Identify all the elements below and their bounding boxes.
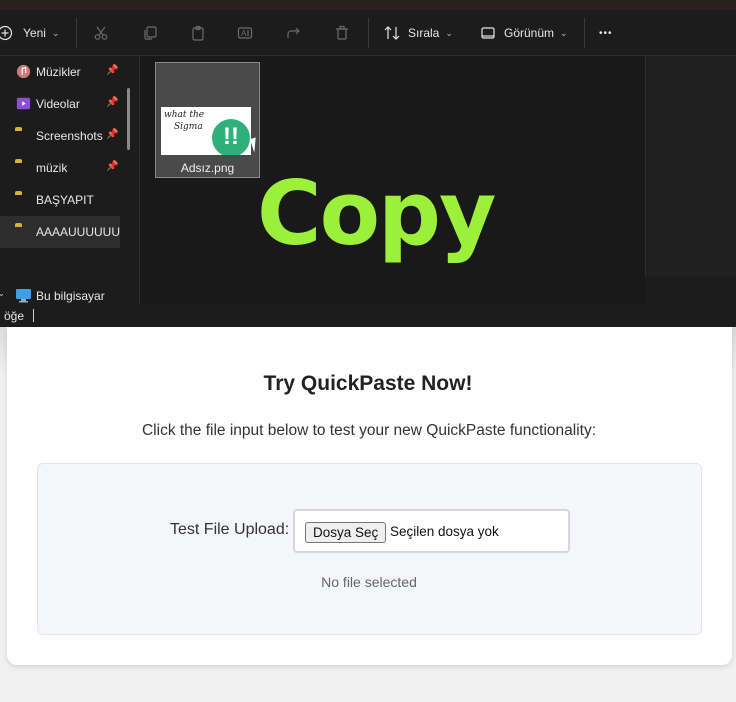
pin-icon: 📌 [106,97,119,108]
toolbar-divider [76,18,77,48]
rename-icon: A [237,27,253,39]
share-button[interactable] [286,10,302,56]
delete-button[interactable] [334,10,350,56]
video-icon [16,97,31,110]
scissors-icon [94,26,108,40]
details-pane [645,56,736,276]
file-input[interactable]: Dosya Seç Seçilen dosya yok [293,509,570,553]
sidebar-item-label: AAAAUUUUUUUU [36,225,120,239]
pin-icon: 📌 [106,161,119,172]
sidebar-item-muzik[interactable]: müzik 📌 [0,152,126,184]
copy-overlay-text: Copy [257,162,496,265]
share-icon [287,27,300,38]
trash-icon [336,25,348,40]
sort-button[interactable]: Sırala ⌄ [384,10,453,56]
upload-status-text: No file selected [321,574,417,590]
plus-circle-icon [0,25,13,41]
file-explorer-window: Yeni ⌄ A Sırala ⌄ Görünüm ⌄ ••• Müzikler… [0,0,736,327]
chevron-down-icon: ⌄ [51,27,60,38]
sidebar-item-label: BAŞYAPIT [36,193,94,207]
computer-icon [16,289,31,303]
sidebar-item-screenshots[interactable]: Screenshots 📌 [0,120,126,152]
choose-file-button[interactable]: Dosya Seç [305,522,387,543]
chevron-down-icon: ⌄ [445,27,453,38]
sort-icon [384,26,400,40]
file-name: Adsız.png [180,161,235,175]
folder-icon [15,224,32,239]
copy-button[interactable] [142,10,158,56]
folder-icon [15,160,32,175]
sidebar-scrollbar[interactable] [127,88,130,150]
sidebar-item-muzikler[interactable]: Müzikler 📌 [0,56,126,88]
toolbar-divider [368,18,369,48]
sidebar-item-aaaauuuu[interactable]: AAAAUUUUUUUU [0,216,120,248]
page-description: Click the file input below to test your … [141,422,597,439]
copy-icon [144,26,157,40]
chevron-down-icon: ⌄ [560,27,568,38]
page-title: Try QuickPaste Now! [263,372,473,395]
pin-icon: 📌 [106,65,119,76]
view-button-label: Görünüm [504,26,555,40]
file-input-status: Seçilen dosya yok [390,524,499,539]
rename-button[interactable]: A [237,10,253,56]
title-strip [0,0,736,10]
pin-icon: 📌 [106,129,119,140]
file-thumbnail: what the Sigma !! [161,107,251,155]
sidebar-item-basyapit[interactable]: BAŞYAPIT [0,184,126,216]
folder-icon [15,192,32,207]
more-dots-icon: ••• [599,27,613,39]
view-button[interactable]: Görünüm ⌄ [480,10,568,56]
cut-button[interactable] [93,10,109,56]
folder-icon [15,128,32,143]
sort-button-label: Sırala [408,26,440,40]
toolbar-divider [584,18,585,48]
clipboard-icon [192,25,204,41]
new-button[interactable]: Yeni ⌄ [0,10,59,56]
paste-button[interactable] [190,10,206,56]
thumbnail-handwriting: what the Sigma [164,110,205,132]
music-icon [16,64,31,79]
status-divider [33,309,34,322]
status-bar: öğe [0,304,736,327]
status-item-count: öğe [4,309,25,323]
file-item-adsiz-png[interactable]: what the Sigma !! Adsız.png [155,62,260,178]
warning-badge-icon: !! [212,119,250,155]
sidebar-item-label: Bu bilgisayar [36,289,105,303]
view-icon [481,27,495,39]
new-button-label: Yeni [23,26,46,40]
navigation-pane: Müzikler 📌 Videolar 📌 Screenshots 📌 müzi… [0,56,130,321]
upload-label: Test File Upload: [170,521,290,538]
more-options-button[interactable]: ••• [599,10,613,56]
explorer-toolbar: Yeni ⌄ A Sırala ⌄ Görünüm ⌄ ••• [0,10,736,56]
svg-text:A: A [241,29,247,38]
chevron-right-icon: ⌄ [0,289,5,298]
sidebar-item-videolar[interactable]: Videolar 📌 [0,88,126,120]
